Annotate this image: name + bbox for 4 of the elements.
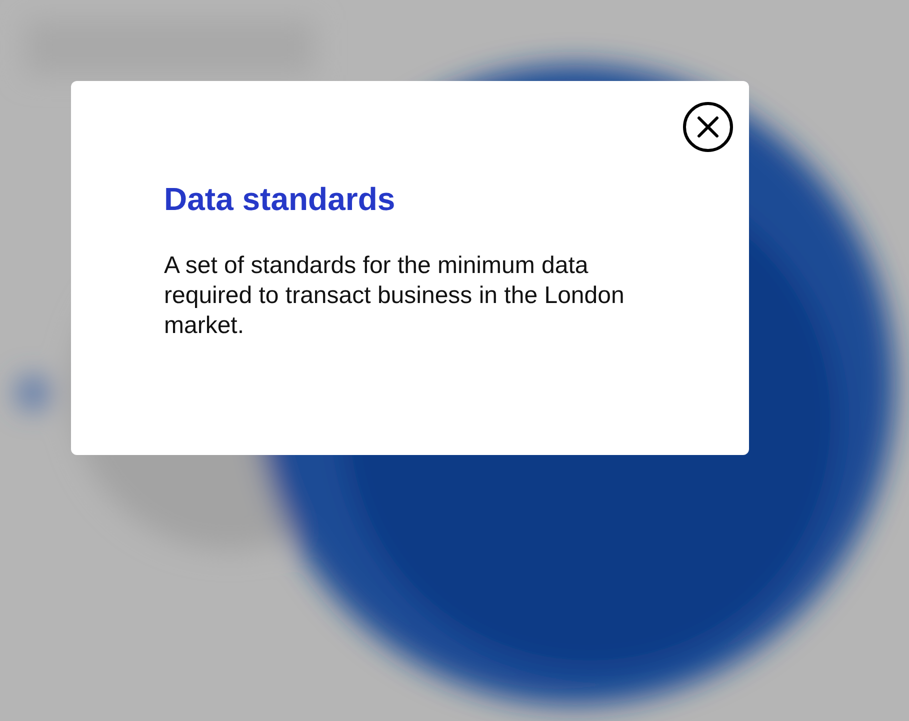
close-icon — [682, 101, 734, 153]
dialog-text: A set of standards for the minimum data required to transact business in the London market. — [164, 251, 626, 342]
dialog-title: Data standards — [164, 180, 396, 218]
close-button[interactable] — [682, 101, 734, 153]
